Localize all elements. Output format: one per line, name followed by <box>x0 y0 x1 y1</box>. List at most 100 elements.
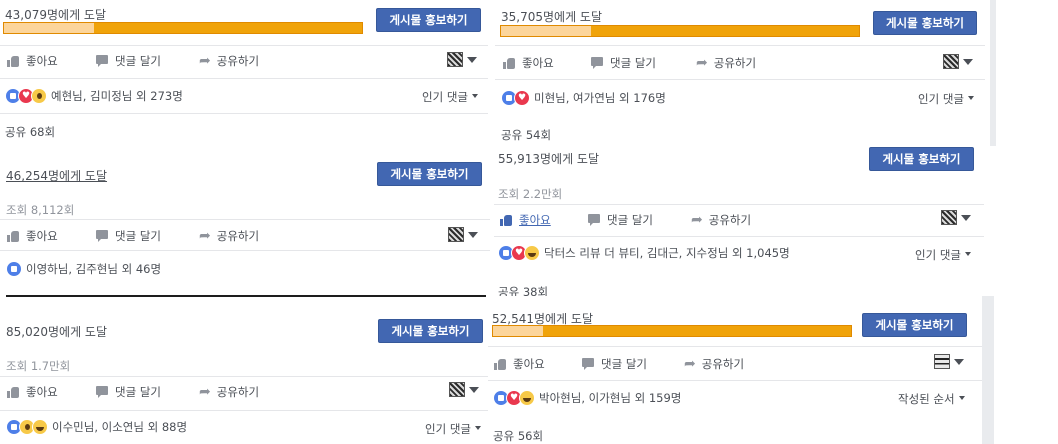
reaction-names[interactable]: 미현님, 여가연님 외 176명 <box>534 90 666 106</box>
reaction-names[interactable]: 이영하님, 김주현님 외 46명 <box>26 261 161 277</box>
view-count[interactable]: 조회 2.2만회 <box>498 186 562 202</box>
share-label: 공유하기 <box>216 385 260 399</box>
chevron-down-icon[interactable] <box>954 359 964 365</box>
reaction-summary[interactable]: 닥터스 리뷰 더 뷰티, 김대근, 지수정님 외 1,045명 <box>498 245 790 261</box>
reach-count[interactable]: 35,705명에게 도달 <box>501 8 602 25</box>
reach-count[interactable]: 85,020명에게 도달 <box>6 323 107 340</box>
divider <box>0 45 488 46</box>
comment-icon <box>96 55 109 67</box>
haha-reaction-icon <box>524 245 540 261</box>
like-button[interactable]: 좋아요 <box>7 228 58 244</box>
share-count[interactable]: 공유 68회 <box>5 124 55 140</box>
chevron-down-icon[interactable] <box>468 232 478 238</box>
chevron-down-icon[interactable] <box>467 57 477 63</box>
comment-button[interactable]: 댓글 달기 <box>591 55 656 71</box>
share-count[interactable]: 공유 38회 <box>498 284 548 296</box>
divider <box>0 219 490 220</box>
comment-button[interactable]: 댓글 달기 <box>96 228 161 244</box>
reach-progress-bar <box>492 325 852 337</box>
reaction-names[interactable]: 예현님, 김미정님 외 273명 <box>51 88 183 104</box>
like-button[interactable]: 좋아요 <box>503 55 554 71</box>
comment-sort-dropdown[interactable]: 인기 댓글 <box>915 247 971 263</box>
reach-progress-fill <box>4 23 94 33</box>
reaction-names[interactable]: 박아현님, 이가현님 외 159명 <box>539 390 681 406</box>
scrollbar[interactable] <box>990 0 996 146</box>
wow-reaction-icon <box>31 88 47 104</box>
reach-progress-fill <box>501 26 591 36</box>
divider <box>6 295 486 297</box>
page-avatar-icon[interactable] <box>934 354 950 369</box>
page-avatar-icon[interactable] <box>941 210 957 225</box>
chevron-down-icon[interactable] <box>961 215 971 221</box>
like-label: 좋아요 <box>513 357 545 371</box>
like-button[interactable]: 좋아요 <box>7 53 58 69</box>
divider <box>495 79 985 80</box>
promote-post-button[interactable]: 게시물 홍보하기 <box>377 162 482 186</box>
comment-sort-dropdown[interactable]: 인기 댓글 <box>425 421 481 437</box>
share-count[interactable]: 공유 56회 <box>493 428 543 444</box>
reaction-summary[interactable]: 이영하님, 김주현님 외 46명 <box>6 261 161 277</box>
haha-reaction-icon <box>32 419 48 435</box>
thumbs-up-icon <box>494 358 507 370</box>
promote-post-button[interactable]: 게시물 홍보하기 <box>376 8 481 32</box>
chevron-down-icon[interactable] <box>963 59 973 65</box>
like-button[interactable]: 좋아요 <box>494 356 545 372</box>
comment-icon <box>96 230 109 242</box>
reach-count[interactable]: 43,079명에게 도달 <box>5 6 106 23</box>
reaction-summary[interactable]: 예현님, 김미정님 외 273명 <box>5 88 183 104</box>
comment-button[interactable]: 댓글 달기 <box>582 356 647 372</box>
share-button[interactable]: ➦ 공유하기 <box>684 356 744 372</box>
divider <box>0 250 490 251</box>
divider <box>0 376 490 377</box>
reach-progress-bar <box>500 25 860 37</box>
share-label: 공유하기 <box>216 229 260 243</box>
comment-sort-dropdown[interactable]: 인기 댓글 <box>918 91 974 107</box>
reaction-summary[interactable]: 박아현님, 이가현님 외 159명 <box>493 390 681 406</box>
page-avatar-icon[interactable] <box>449 382 465 397</box>
share-button[interactable]: ➦ 공유하기 <box>691 212 751 228</box>
post-card: 52,541명에게 도달 게시물 홍보하기 좋아요 댓글 달기 ➦ 공유하기 박… <box>488 300 982 444</box>
share-button[interactable]: ➦ 공유하기 <box>696 55 756 71</box>
page-avatar-icon[interactable] <box>943 54 959 69</box>
thumbs-up-icon <box>7 55 20 67</box>
promote-post-button[interactable]: 게시물 홍보하기 <box>869 147 974 171</box>
comment-sort-dropdown[interactable]: 인기 댓글 <box>422 89 478 105</box>
promote-post-button[interactable]: 게시물 홍보하기 <box>378 319 483 343</box>
reach-count[interactable]: 46,254명에게 도달 <box>6 167 107 184</box>
promote-post-button[interactable]: 게시물 홍보하기 <box>873 11 977 35</box>
reaction-summary[interactable]: 미현님, 여가연님 외 176명 <box>501 90 666 106</box>
divider <box>494 204 984 205</box>
post-card: 85,020명에게 도달 게시물 홍보하기 조회 1.7만회 좋아요 댓글 달기… <box>0 300 490 444</box>
like-button[interactable]: 좋아요 <box>500 212 551 228</box>
reaction-names[interactable]: 닥터스 리뷰 더 뷰티, 김대근, 지수정님 외 1,045명 <box>544 245 790 261</box>
divider <box>0 113 488 114</box>
share-count[interactable]: 공유 54회 <box>501 127 551 143</box>
share-button[interactable]: ➦ 공유하기 <box>199 228 259 244</box>
comment-button[interactable]: 댓글 달기 <box>96 53 161 69</box>
share-button[interactable]: ➦ 공유하기 <box>199 384 259 400</box>
comment-sort-dropdown[interactable]: 작성된 순서 <box>898 391 965 407</box>
view-count[interactable]: 조회 8,112회 <box>6 202 74 218</box>
like-label: 좋아요 <box>26 54 58 68</box>
like-button[interactable]: 좋아요 <box>7 384 58 400</box>
divider <box>488 380 982 381</box>
view-count[interactable]: 조회 1.7만회 <box>6 358 70 374</box>
page-avatar-icon[interactable] <box>447 52 463 67</box>
post-card: 46,254명에게 도달 게시물 홍보하기 조회 8,112회 좋아요 댓글 달… <box>0 150 490 294</box>
share-arrow-icon: ➦ <box>696 55 708 71</box>
share-button[interactable]: ➦ 공유하기 <box>199 53 259 69</box>
chevron-down-icon[interactable] <box>469 387 479 393</box>
reaction-summary[interactable]: 이수민님, 이소연님 외 88명 <box>6 419 187 435</box>
reach-count[interactable]: 55,913명에게 도달 <box>498 150 599 167</box>
reaction-names[interactable]: 이수민님, 이소연님 외 88명 <box>52 419 187 435</box>
like-label: 좋아요 <box>522 56 554 70</box>
scrollbar[interactable] <box>982 296 994 444</box>
comment-button[interactable]: 댓글 달기 <box>96 384 161 400</box>
comment-label: 댓글 달기 <box>115 229 161 243</box>
promote-post-button[interactable]: 게시물 홍보하기 <box>862 313 967 337</box>
divider <box>494 236 984 237</box>
comment-label: 댓글 달기 <box>610 56 656 70</box>
page-avatar-icon[interactable] <box>448 227 464 242</box>
share-arrow-icon: ➦ <box>199 53 211 69</box>
comment-button[interactable]: 댓글 달기 <box>588 212 653 228</box>
